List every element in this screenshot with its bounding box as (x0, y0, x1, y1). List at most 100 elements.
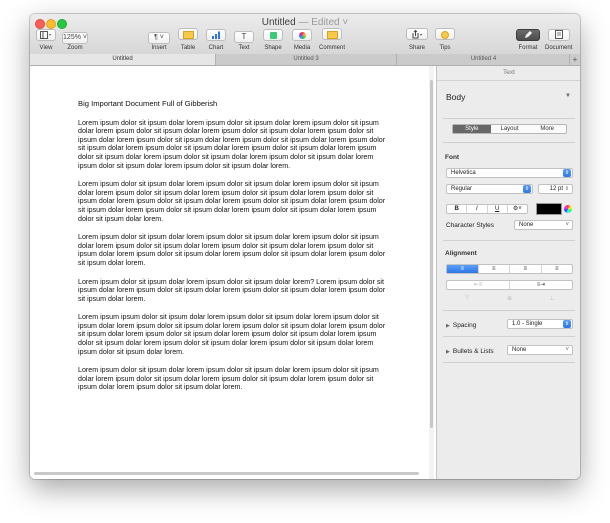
font-family-select[interactable]: Helvetica ⇕ (446, 168, 573, 178)
media-icon (298, 32, 306, 39)
bullets-label: Bullets & Lists (452, 348, 494, 355)
tab-more[interactable]: More (528, 125, 566, 133)
vertical-scrollbar-thumb[interactable] (430, 80, 433, 428)
comment-button[interactable]: Comment (319, 26, 345, 51)
character-styles-value: None (519, 222, 534, 228)
bold-button[interactable]: B (447, 205, 468, 213)
table-icon (182, 31, 194, 39)
tab-untitled-4[interactable]: Untitled 4 (396, 54, 570, 65)
bullets-value: None (512, 347, 527, 353)
divider (443, 336, 575, 337)
sidebar-icon (40, 31, 51, 39)
divider (443, 362, 575, 363)
bullets-disclosure[interactable]: ▶ Bullets & Lists (446, 348, 494, 355)
document-heading: Big Important Document Full of Gibberish (78, 99, 218, 108)
justify-icon[interactable]: ≡ (542, 265, 573, 273)
share-button[interactable]: Share (406, 26, 428, 51)
document-button[interactable]: Document (545, 26, 572, 51)
paragraph: Lorem ipsum dolor sit ipsum dolar lorem … (78, 277, 386, 303)
updown-icon: ⇕ (523, 185, 531, 193)
font-size-value: 12 pt (549, 186, 563, 192)
spacing-value: 1.0 - Single (512, 321, 543, 327)
text-format-buttons: B I U ⚙˅ (446, 204, 528, 214)
horizontal-scrollbar-thumb[interactable] (34, 472, 419, 475)
share-label: Share (408, 45, 425, 51)
indent-buttons: ⇤≡ ≡⇥ (446, 280, 573, 290)
gear-icon[interactable]: ⚙˅ (508, 205, 527, 213)
align-middle-icon[interactable]: ⊕ (488, 294, 530, 304)
bullets-select[interactable]: None ˅ (507, 345, 573, 355)
document-canvas[interactable]: Big Important Document Full of Gibberish… (30, 66, 436, 479)
align-center-icon[interactable]: ≡ (479, 265, 510, 273)
alignment-buttons: ≡ ≡ ≡ ≡ (446, 264, 573, 274)
updown-icon: ⇕ (563, 320, 571, 328)
lightbulb-icon (441, 31, 449, 39)
tips-label: Tips (439, 45, 451, 51)
zoom-control[interactable]: 125% ˅ Zoom (62, 26, 88, 51)
font-weight-select[interactable]: Regular ⇕ (446, 184, 533, 194)
tab-untitled-3[interactable]: Untitled 3 (215, 54, 396, 65)
inspector-title: Text (437, 66, 580, 81)
align-top-icon[interactable]: ⊤ (446, 294, 488, 304)
zoom-value[interactable]: 125% ˅ (62, 32, 88, 44)
align-bottom-icon[interactable]: ⊥ (531, 294, 573, 304)
media-button[interactable]: Media (292, 26, 312, 51)
updown-icon: ⇕ (563, 169, 571, 177)
font-size-field[interactable]: 12 pt ⇕ (538, 184, 573, 194)
paragraph: Lorem ipsum dolor sit ipsum dolar lorem … (78, 180, 386, 223)
color-wheel-icon[interactable] (564, 205, 572, 213)
stepper-icon[interactable]: ⇕ (563, 185, 571, 193)
tab-untitled[interactable]: Untitled (30, 54, 215, 65)
divider (443, 118, 575, 119)
character-styles-select[interactable]: None ˅ (514, 220, 573, 230)
view-button[interactable]: View (36, 26, 56, 51)
new-tab-button[interactable]: + (569, 54, 580, 65)
toolbar: Untitled — Edited ˅ View 125% ˅ Zoom ¶ ˅… (30, 14, 580, 55)
document-body[interactable]: Big Important Document Full of Gibberish… (78, 99, 390, 402)
paragraph-style-selector[interactable]: Body ▼ (441, 84, 575, 114)
document-label: Document (545, 45, 573, 51)
align-left-icon[interactable]: ≡ (447, 265, 479, 273)
spacing-select[interactable]: 1.0 - Single ⇕ (507, 319, 573, 329)
tab-style[interactable]: Style (453, 125, 491, 133)
align-right-icon[interactable]: ≡ (510, 265, 542, 273)
disclosure-triangle-icon: ▶ (446, 349, 450, 355)
comment-label: Comment (319, 45, 346, 51)
tab-layout[interactable]: Layout (491, 125, 529, 133)
increase-indent-icon[interactable]: ≡⇥ (510, 281, 572, 289)
text-color-well[interactable] (536, 203, 562, 215)
comment-icon (326, 31, 338, 39)
text-button[interactable]: T Text (234, 26, 254, 51)
inspector-tabs: Style Layout More (452, 124, 567, 134)
table-label: Table (180, 45, 196, 51)
character-styles-label: Character Styles (446, 222, 495, 229)
media-label: Media (293, 45, 311, 51)
format-button[interactable]: Format (516, 26, 540, 51)
insert-label: Insert (151, 45, 167, 51)
chart-button[interactable]: Chart (206, 26, 226, 51)
vertical-align-buttons: ⊤ ⊕ ⊥ (446, 294, 573, 304)
insert-button[interactable]: ¶ ˅ Insert (148, 26, 170, 51)
spacing-disclosure[interactable]: ▶ Spacing (446, 322, 476, 329)
shape-icon (269, 32, 277, 39)
format-inspector: Text Body ▼ Style Layout More Font Helve… (436, 66, 580, 479)
tips-button[interactable]: Tips (435, 26, 455, 51)
chart-icon (212, 31, 220, 39)
alignment-header: Alignment (445, 250, 477, 257)
tab-bar: Untitled Untitled 3 Untitled 4 + (30, 54, 580, 66)
decrease-indent-icon[interactable]: ⇤≡ (447, 281, 510, 289)
chevron-down-icon: ▼ (565, 93, 571, 99)
paragraph-style-value: Body (446, 92, 466, 102)
format-label: Format (518, 45, 538, 51)
paragraph: Lorem ipsum dolor sit ipsum dolar lorem … (78, 366, 379, 392)
chevron-down-icon: ˅ (565, 347, 569, 353)
table-button[interactable]: Table (178, 26, 198, 51)
italic-button[interactable]: I (467, 205, 488, 213)
font-weight-value: Regular (451, 186, 473, 192)
paragraph: Lorem ipsum dolor sit ipsum dolar lorem … (78, 233, 386, 267)
paragraph-icon: ¶ ˅ (148, 32, 170, 44)
divider (443, 240, 575, 241)
shape-button[interactable]: Shape (263, 26, 283, 51)
underline-button[interactable]: U (488, 205, 508, 213)
text-label: Text (238, 45, 250, 51)
